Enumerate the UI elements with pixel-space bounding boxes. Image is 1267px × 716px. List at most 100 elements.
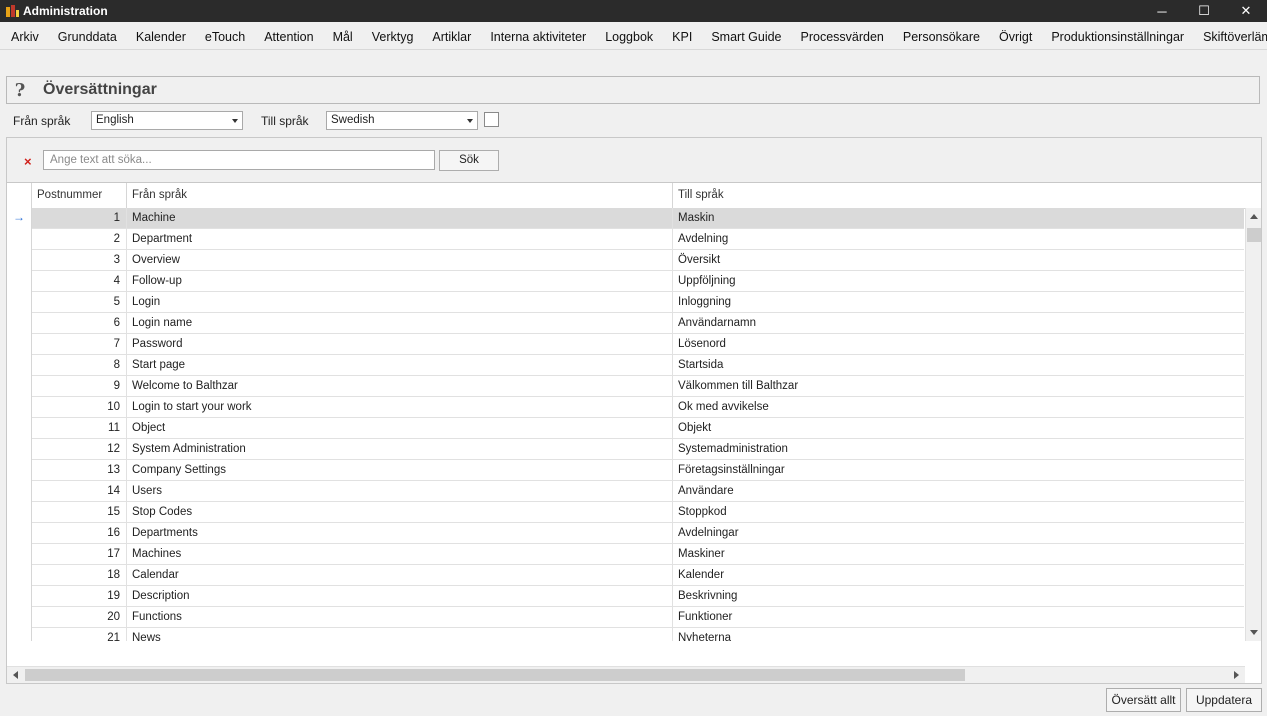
row-from-language-cell[interactable]: Overview [127, 250, 673, 271]
menu-loggbok[interactable]: Loggbok [595, 30, 662, 44]
menu-arkiv[interactable]: Arkiv [0, 30, 48, 44]
row-to-language-cell[interactable]: Beskrivning [673, 586, 1244, 607]
search-button[interactable]: Sök [439, 150, 499, 171]
row-to-language-cell[interactable]: Avdelning [673, 229, 1244, 250]
table-row[interactable]: 6 Login name Användarnamn [32, 313, 1244, 334]
row-from-language-cell[interactable]: Object [127, 418, 673, 439]
table-row[interactable]: 8 Start page Startsida [32, 355, 1244, 376]
from-language-select[interactable]: English [91, 111, 243, 130]
table-row[interactable]: 13 Company Settings Företagsinställningar [32, 460, 1244, 481]
row-from-language-cell[interactable]: Functions [127, 607, 673, 628]
row-to-language-cell[interactable]: Ok med avvikelse [673, 397, 1244, 418]
row-from-language-cell[interactable]: Departments [127, 523, 673, 544]
row-to-language-cell[interactable]: Användare [673, 481, 1244, 502]
vertical-scroll-thumb[interactable] [1247, 228, 1261, 242]
menu-etouch[interactable]: eTouch [195, 30, 254, 44]
column-header-to-language[interactable]: Till språk [673, 183, 1244, 208]
row-postnummer-cell[interactable]: 1 [32, 208, 127, 229]
row-to-language-cell[interactable]: Systemadministration [673, 439, 1244, 460]
search-input[interactable] [43, 150, 435, 170]
table-row[interactable]: 3 Overview Översikt [32, 250, 1244, 271]
menu-processvarden[interactable]: Processvärden [791, 30, 893, 44]
table-row[interactable]: 18 Calendar Kalender [32, 565, 1244, 586]
menu-grunddata[interactable]: Grunddata [48, 30, 126, 44]
row-postnummer-cell[interactable]: 18 [32, 565, 127, 586]
maximize-button[interactable]: ☐ [1183, 0, 1225, 22]
row-to-language-cell[interactable]: Objekt [673, 418, 1244, 439]
vertical-scrollbar[interactable] [1245, 208, 1261, 641]
scroll-left-icon[interactable] [13, 671, 18, 679]
row-postnummer-cell[interactable]: 10 [32, 397, 127, 418]
scroll-up-icon[interactable] [1250, 214, 1258, 219]
row-to-language-cell[interactable]: Startsida [673, 355, 1244, 376]
row-postnummer-cell[interactable]: 11 [32, 418, 127, 439]
menu-ovrigt[interactable]: Övrigt [989, 30, 1041, 44]
row-to-language-cell[interactable]: Maskiner [673, 544, 1244, 565]
scroll-right-icon[interactable] [1234, 671, 1239, 679]
row-from-language-cell[interactable]: Start page [127, 355, 673, 376]
row-postnummer-cell[interactable]: 2 [32, 229, 127, 250]
horizontal-scrollbar[interactable] [7, 666, 1245, 683]
row-postnummer-cell[interactable]: 6 [32, 313, 127, 334]
row-from-language-cell[interactable]: Department [127, 229, 673, 250]
row-from-language-cell[interactable]: Description [127, 586, 673, 607]
minimize-button[interactable]: ─ [1141, 0, 1183, 22]
row-postnummer-cell[interactable]: 14 [32, 481, 127, 502]
row-to-language-cell[interactable]: Nyheterna [673, 628, 1244, 641]
menu-artiklar[interactable]: Artiklar [422, 30, 480, 44]
row-postnummer-cell[interactable]: 3 [32, 250, 127, 271]
row-to-language-cell[interactable]: Kalender [673, 565, 1244, 586]
table-row[interactable]: 4 Follow-up Uppföljning [32, 271, 1244, 292]
horizontal-scroll-thumb[interactable] [25, 669, 965, 681]
row-postnummer-cell[interactable]: 21 [32, 628, 127, 641]
scroll-down-icon[interactable] [1250, 630, 1258, 635]
table-row[interactable]: 20 Functions Funktioner [32, 607, 1244, 628]
row-from-language-cell[interactable]: Follow-up [127, 271, 673, 292]
option-checkbox[interactable] [484, 112, 499, 127]
row-postnummer-cell[interactable]: 12 [32, 439, 127, 460]
row-to-language-cell[interactable]: Inloggning [673, 292, 1244, 313]
row-to-language-cell[interactable]: Maskin [673, 208, 1244, 229]
table-row[interactable]: 11 Object Objekt [32, 418, 1244, 439]
update-button[interactable]: Uppdatera [1186, 688, 1262, 712]
row-postnummer-cell[interactable]: 4 [32, 271, 127, 292]
row-to-language-cell[interactable]: Uppföljning [673, 271, 1244, 292]
table-row[interactable]: 15 Stop Codes Stoppkod [32, 502, 1244, 523]
row-from-language-cell[interactable]: Password [127, 334, 673, 355]
translate-all-button[interactable]: Översätt allt [1106, 688, 1181, 712]
row-to-language-cell[interactable]: Översikt [673, 250, 1244, 271]
menu-interna-aktiviteter[interactable]: Interna aktiviteter [480, 30, 595, 44]
table-row[interactable]: 14 Users Användare [32, 481, 1244, 502]
menu-produktionsinstallningar[interactable]: Produktionsinställningar [1041, 30, 1193, 44]
menu-mal[interactable]: Mål [323, 30, 362, 44]
menu-kpi[interactable]: KPI [662, 30, 701, 44]
table-row[interactable]: 16 Departments Avdelningar [32, 523, 1244, 544]
row-postnummer-cell[interactable]: 8 [32, 355, 127, 376]
row-from-language-cell[interactable]: News [127, 628, 673, 641]
row-to-language-cell[interactable]: Stoppkod [673, 502, 1244, 523]
row-from-language-cell[interactable]: System Administration [127, 439, 673, 460]
row-from-language-cell[interactable]: Welcome to Balthzar [127, 376, 673, 397]
table-row[interactable]: 12 System Administration Systemadministrat… [32, 439, 1244, 460]
row-from-language-cell[interactable]: Login name [127, 313, 673, 334]
row-from-language-cell[interactable]: Login [127, 292, 673, 313]
row-from-language-cell[interactable]: Company Settings [127, 460, 673, 481]
row-to-language-cell[interactable]: Användarnamn [673, 313, 1244, 334]
table-row[interactable]: 10 Login to start your work Ok med avvikel… [32, 397, 1244, 418]
row-postnummer-cell[interactable]: 20 [32, 607, 127, 628]
column-header-from-language[interactable]: Från språk [127, 183, 673, 208]
row-to-language-cell[interactable]: Företagsinställningar [673, 460, 1244, 481]
to-language-select[interactable]: Swedish [326, 111, 478, 130]
menu-kalender[interactable]: Kalender [126, 30, 195, 44]
menu-attention[interactable]: Attention [254, 30, 322, 44]
menu-smart-guide[interactable]: Smart Guide [701, 30, 790, 44]
row-from-language-cell[interactable]: Users [127, 481, 673, 502]
table-row[interactable]: 5 Login Inloggning [32, 292, 1244, 313]
row-postnummer-cell[interactable]: 9 [32, 376, 127, 397]
row-to-language-cell[interactable]: Avdelningar [673, 523, 1244, 544]
row-from-language-cell[interactable]: Machines [127, 544, 673, 565]
row-to-language-cell[interactable]: Funktioner [673, 607, 1244, 628]
table-row[interactable]: 7 Password Lösenord [32, 334, 1244, 355]
row-to-language-cell[interactable]: Lösenord [673, 334, 1244, 355]
column-header-postnummer[interactable]: Postnummer [32, 183, 127, 208]
